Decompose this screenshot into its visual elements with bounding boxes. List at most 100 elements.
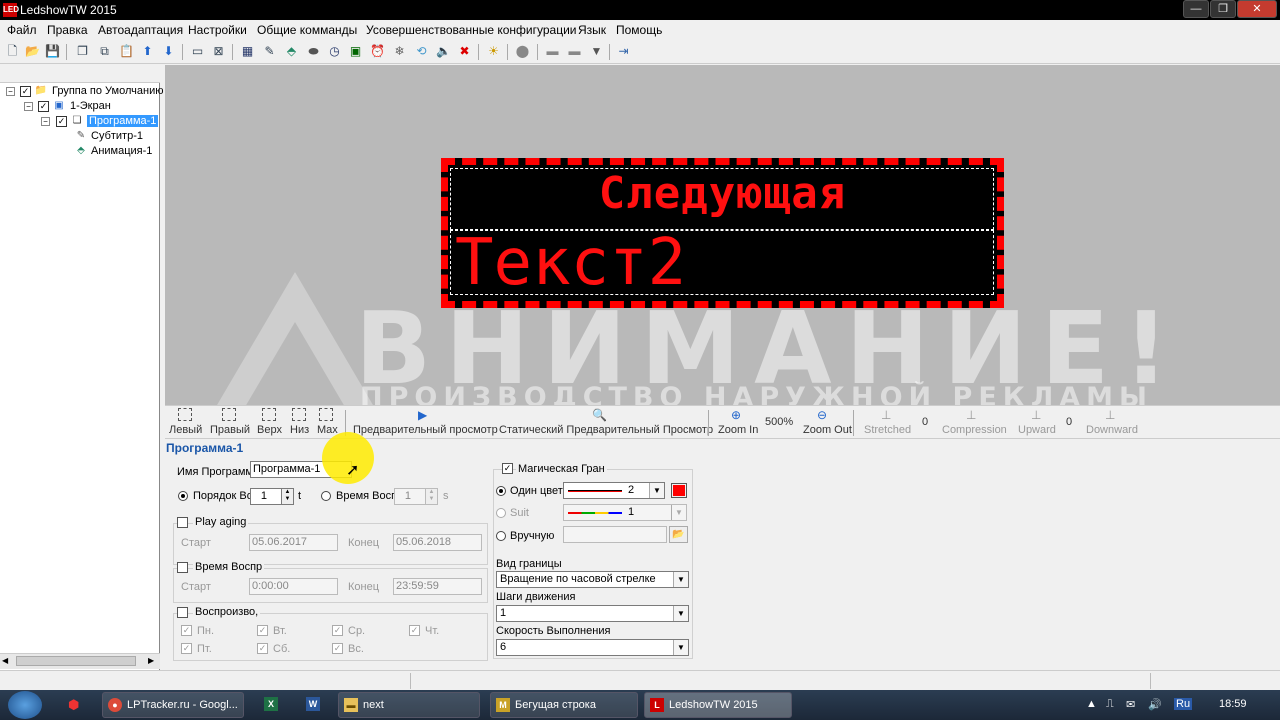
scrollbar-thumb[interactable]: [16, 656, 136, 666]
led-screen[interactable]: Следующая Текст2: [441, 158, 1004, 308]
tray-app-icon[interactable]: ✉: [1126, 698, 1135, 711]
compression-button[interactable]: Compression: [942, 424, 1007, 436]
menu-common[interactable]: Общие комманды: [257, 23, 357, 37]
edit-icon[interactable]: ✎: [262, 44, 277, 59]
downward-button[interactable]: Downward: [1086, 424, 1138, 436]
tray-clock[interactable]: 18:59: [1219, 698, 1247, 710]
clock-icon[interactable]: ◷: [327, 44, 342, 59]
align-left-button[interactable]: Левый: [169, 424, 202, 436]
align-left-icon[interactable]: [178, 408, 192, 421]
tree-item-group[interactable]: Группа по Умолчанию: [52, 85, 163, 97]
preview-button[interactable]: Предварительный просмотр: [353, 424, 498, 436]
manual-radio[interactable]: [496, 531, 506, 541]
menu-autoadapt[interactable]: Автоадаптация: [98, 23, 183, 37]
order-spinner[interactable]: ▲ ▼: [281, 488, 294, 505]
refresh-icon[interactable]: ⟲: [414, 44, 429, 59]
start-date-input[interactable]: 05.06.2017: [249, 534, 338, 551]
taskbar-item-chrome[interactable]: ● LPTracker.ru - Googl...: [102, 692, 244, 718]
sound-icon[interactable]: 🔈: [436, 44, 451, 59]
tree-group-checkbox[interactable]: ✓: [20, 86, 31, 97]
align-top-button[interactable]: Верх: [257, 424, 282, 436]
tree-item-program[interactable]: Программа-1: [87, 115, 159, 127]
alarm-clock-icon[interactable]: ⏰: [370, 44, 385, 59]
day-tue-checkbox[interactable]: ✓: [257, 625, 268, 636]
scroll-left-icon[interactable]: ◀: [2, 656, 8, 665]
steps-dropdown[interactable]: 1 ▼: [496, 605, 689, 622]
app-pinned-icon[interactable]: ⬢: [68, 697, 79, 713]
tree-collapse-icon[interactable]: −: [24, 102, 33, 111]
border-color-swatch[interactable]: [671, 483, 687, 498]
close-button[interactable]: ✕: [1237, 0, 1277, 18]
start-button[interactable]: [8, 691, 42, 719]
open-folder-icon[interactable]: 📂: [25, 44, 40, 59]
align-right-icon[interactable]: [222, 408, 236, 421]
send-icon[interactable]: ▬: [545, 44, 560, 59]
suit-dropdown[interactable]: 1 ▼: [563, 504, 687, 521]
menu-help[interactable]: Помощь: [616, 23, 662, 37]
start-time-input[interactable]: 0:00:00: [249, 578, 338, 595]
day-thu-checkbox[interactable]: ✓: [409, 625, 420, 636]
suit-radio[interactable]: [496, 508, 506, 518]
upward-button[interactable]: Upward: [1018, 424, 1056, 436]
taskbar-item-marquee[interactable]: M Бегущая строка: [490, 692, 638, 718]
day-sat-checkbox[interactable]: ✓: [257, 643, 268, 654]
zoom-out-icon[interactable]: ⊖: [817, 408, 827, 422]
word-icon[interactable]: W: [306, 697, 320, 711]
delete-icon[interactable]: ✖: [457, 44, 472, 59]
stop-icon[interactable]: ⬤: [515, 44, 530, 59]
browse-folder-icon[interactable]: 📂: [669, 526, 688, 543]
tree-collapse-icon[interactable]: −: [41, 117, 50, 126]
table-icon[interactable]: ▦: [240, 44, 255, 59]
move-up-icon[interactable]: ⬆: [140, 44, 155, 59]
tree-item-screen[interactable]: 1-Экран: [70, 100, 111, 112]
align-top-icon[interactable]: [262, 408, 276, 421]
tree-program-checkbox[interactable]: ✓: [56, 116, 67, 127]
one-color-radio[interactable]: [496, 486, 506, 496]
play-time-checkbox[interactable]: [177, 562, 188, 573]
magnifier-doc-icon[interactable]: 🔍: [592, 408, 607, 422]
copy-window-icon[interactable]: ❐: [75, 44, 90, 59]
menu-advanced[interactable]: Усовершенствованные конфигурации: [366, 23, 577, 37]
manual-path-input[interactable]: [563, 526, 667, 543]
screen-icon[interactable]: ▭: [190, 44, 205, 59]
tray-network-icon[interactable]: ⎍: [1106, 698, 1114, 711]
shape-icon[interactable]: ⬬: [306, 44, 321, 59]
move-down-icon[interactable]: ⬇: [161, 44, 176, 59]
taskbar-item-next[interactable]: ▬ next: [338, 692, 480, 718]
time-input[interactable]: 1: [394, 488, 428, 505]
time-radio[interactable]: [321, 491, 331, 501]
zoom-in-icon[interactable]: ⊕: [731, 408, 741, 422]
usb-icon[interactable]: ▼: [589, 44, 604, 59]
day-mon-checkbox[interactable]: ✓: [181, 625, 192, 636]
menu-language[interactable]: Язык: [578, 23, 606, 37]
end-date-input[interactable]: 05.06.2018: [393, 534, 482, 551]
align-bottom-button[interactable]: Низ: [290, 424, 309, 436]
tree-horizontal-scrollbar[interactable]: ◀ ▶: [0, 653, 160, 669]
tray-language[interactable]: Ru: [1174, 698, 1193, 710]
time-spinner[interactable]: ▲ ▼: [425, 488, 438, 505]
taskbar-item-ledshow[interactable]: L LedshowTW 2015: [644, 692, 792, 718]
stretched-button[interactable]: Stretched: [864, 424, 911, 436]
tree-collapse-icon[interactable]: −: [6, 87, 15, 96]
tree-item-animation[interactable]: Анимация-1: [91, 145, 152, 157]
menu-edit[interactable]: Правка: [47, 23, 88, 37]
play-icon[interactable]: ▶: [418, 408, 427, 422]
menu-file[interactable]: Файл: [7, 23, 37, 37]
picture-icon[interactable]: ▣: [348, 44, 363, 59]
magic-border-checkbox[interactable]: ✓: [502, 463, 513, 474]
day-wed-checkbox[interactable]: ✓: [332, 625, 343, 636]
static-preview-button[interactable]: Статический Предварительный Просмотр: [499, 424, 713, 436]
brightness-icon[interactable]: ☀: [486, 44, 501, 59]
exit-icon[interactable]: ⇥: [616, 44, 631, 59]
temperature-icon[interactable]: ❄: [392, 44, 407, 59]
menu-settings[interactable]: Настройки: [188, 23, 247, 37]
text-frame-icon[interactable]: ⊠: [211, 44, 226, 59]
new-file-icon[interactable]: 🗋: [5, 44, 20, 59]
save-icon[interactable]: 💾: [45, 44, 60, 59]
playback-checkbox[interactable]: [177, 607, 188, 618]
day-fri-checkbox[interactable]: ✓: [181, 643, 192, 654]
day-sun-checkbox[interactable]: ✓: [332, 643, 343, 654]
zoom-in-button[interactable]: Zoom In: [718, 424, 758, 436]
tray-volume-icon[interactable]: 🔊: [1148, 698, 1162, 711]
animation-icon[interactable]: ⬘: [284, 44, 299, 59]
